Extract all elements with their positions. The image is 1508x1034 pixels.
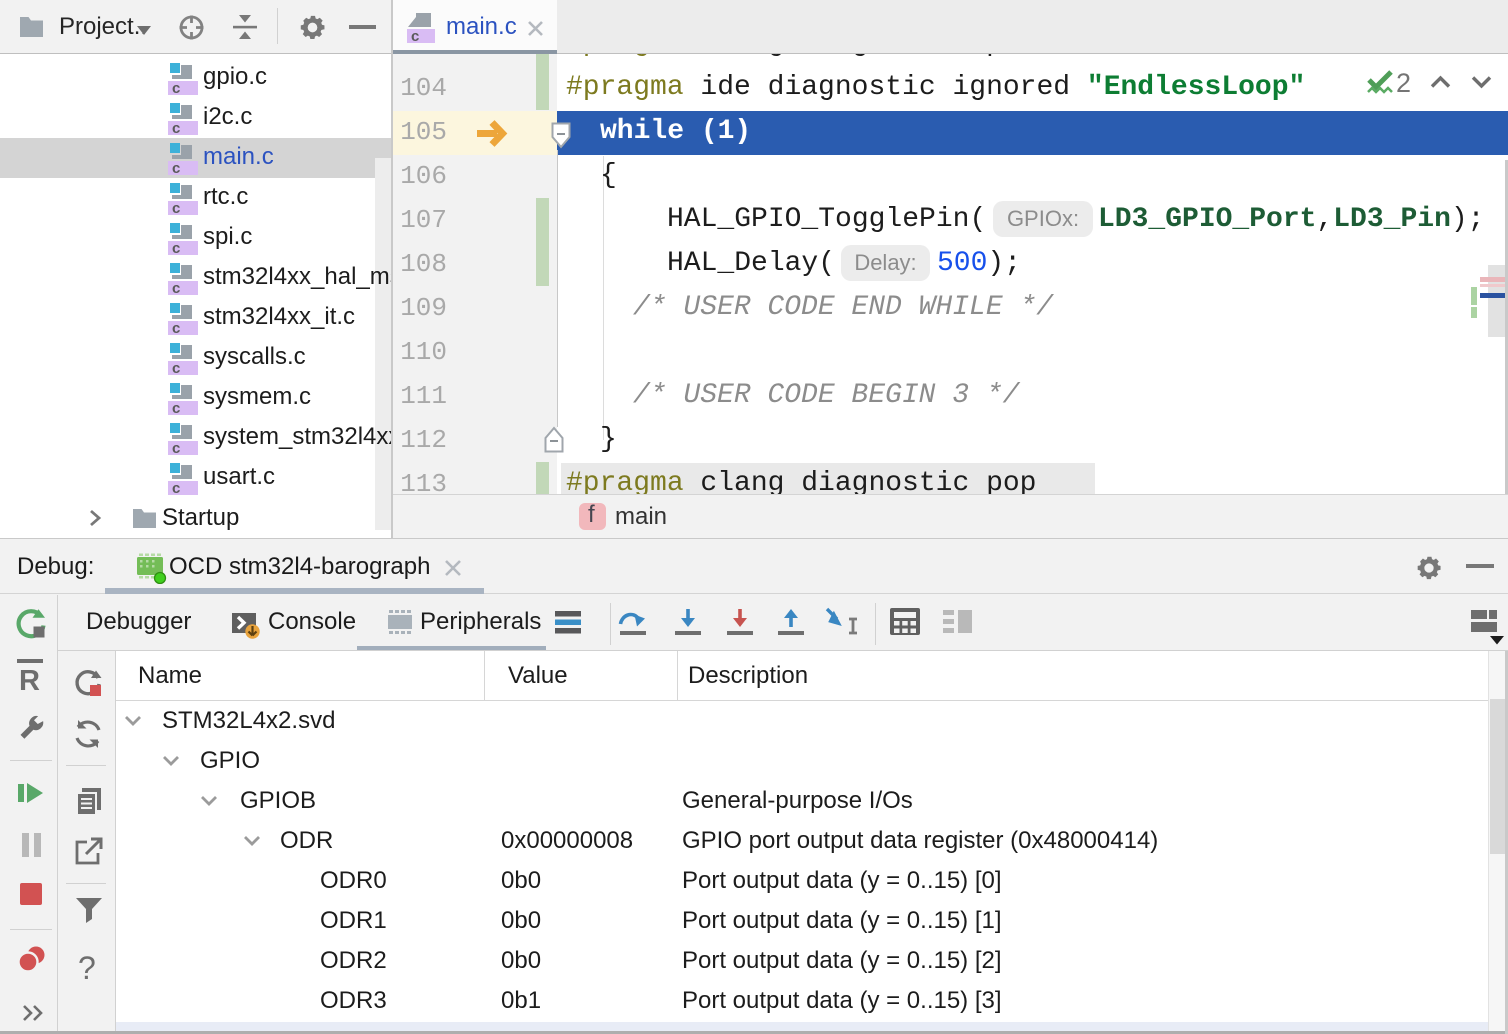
svg-text:c: c (172, 240, 180, 256)
svg-text:c: c (172, 160, 180, 176)
svg-text:c: c (172, 400, 180, 416)
svg-text:c: c (172, 120, 180, 136)
svg-text:c: c (172, 80, 180, 96)
svg-text:c: c (172, 440, 180, 456)
svg-text:c: c (172, 200, 180, 216)
svg-text:c: c (172, 480, 180, 496)
svg-text:c: c (172, 280, 180, 296)
svg-text:c: c (411, 28, 419, 44)
svg-text:c: c (172, 360, 180, 376)
svg-text:c: c (172, 320, 180, 336)
